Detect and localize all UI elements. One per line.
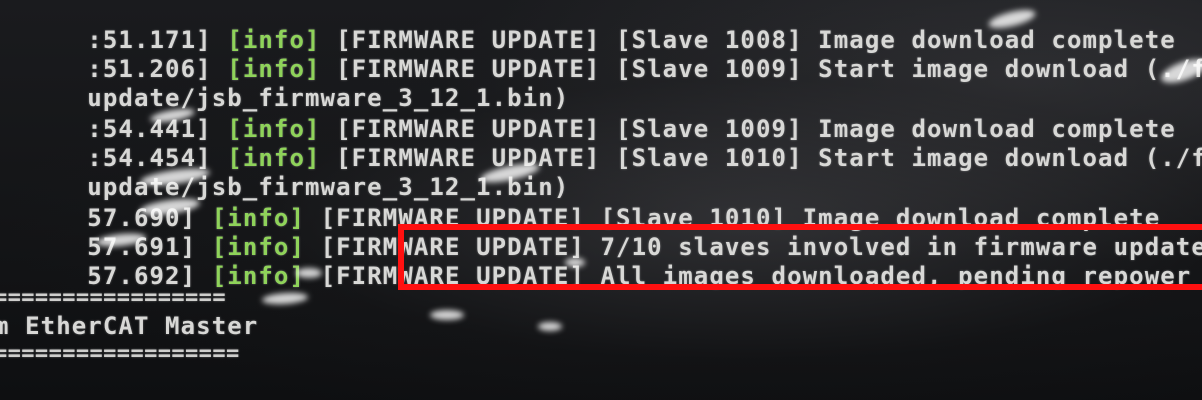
separator-line: ================= <box>0 285 226 310</box>
photo-of-terminal-screen: :51.171] [info] [FIRMWARE UPDATE] [Slave… <box>0 0 1202 400</box>
separator-line: ================== <box>0 341 240 366</box>
annotation-highlight-box <box>398 224 1202 290</box>
light-reflection <box>538 322 562 331</box>
footer-title: m EtherCAT Master <box>0 312 259 340</box>
log-message: [Slave 1010] Start image download (./fir <box>616 144 1202 172</box>
log-message: [Slave 1009] Start image download (./fir <box>616 55 1202 83</box>
